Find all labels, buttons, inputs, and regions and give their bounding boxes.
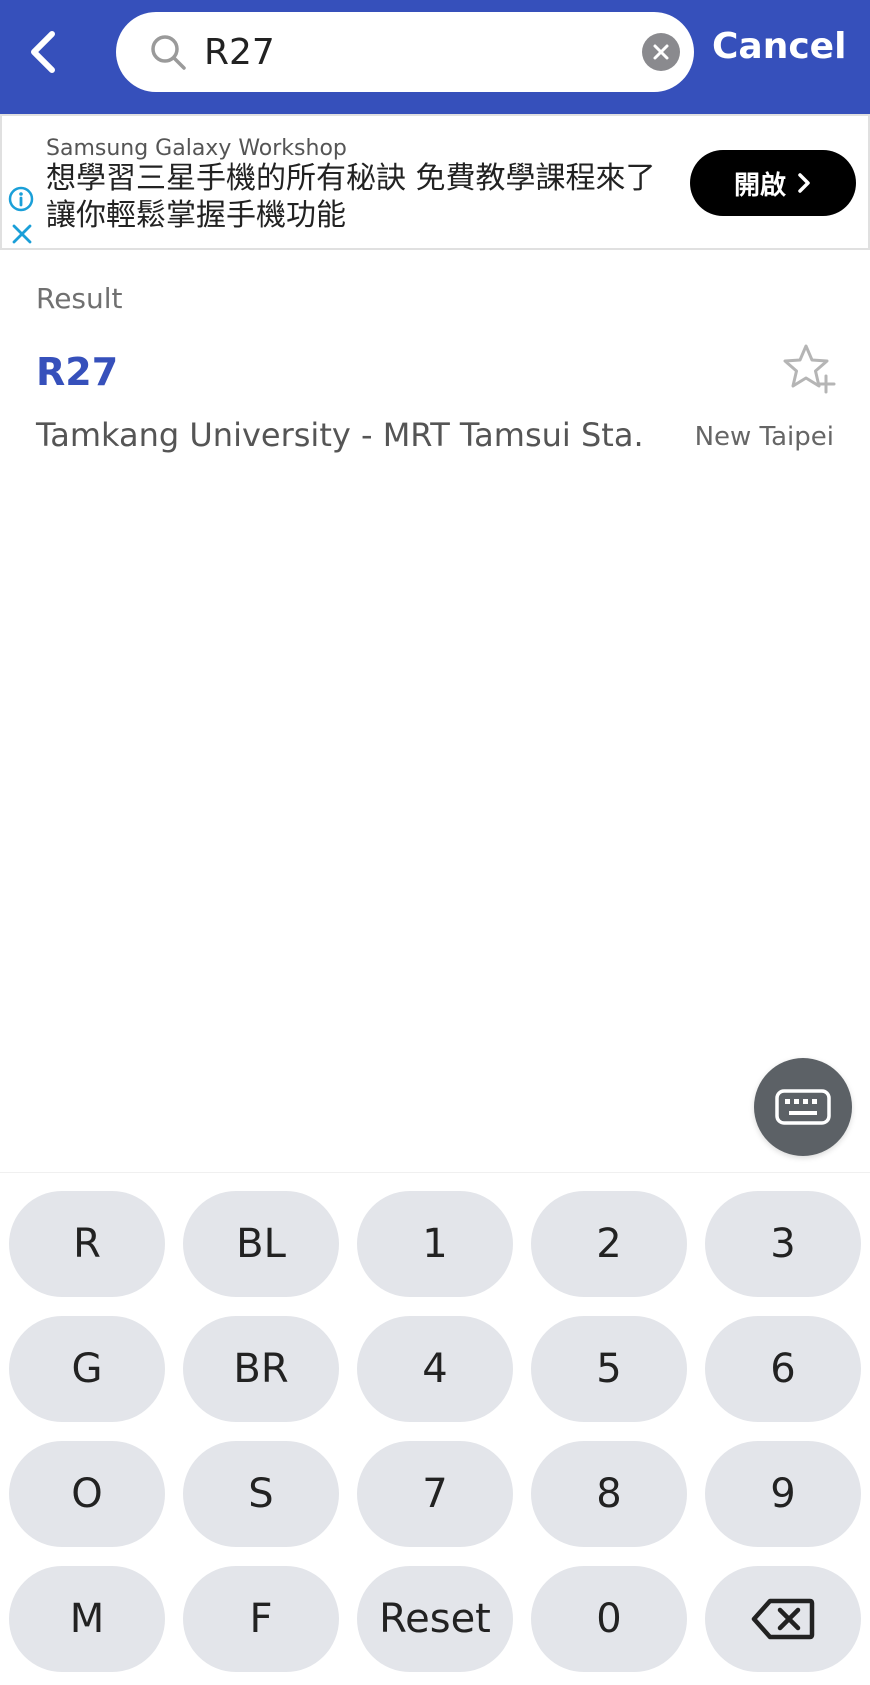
key-1[interactable]: 1 [357, 1191, 513, 1297]
key-g[interactable]: G [9, 1316, 165, 1422]
ad-banner[interactable]: Samsung Galaxy Workshop 想學習三星手機的所有秘訣 免費教… [0, 114, 870, 250]
key-7[interactable]: 7 [357, 1441, 513, 1547]
back-button[interactable] [14, 22, 74, 82]
ad-close-icon[interactable] [10, 222, 34, 246]
key-r[interactable]: R [9, 1191, 165, 1297]
backspace-icon [751, 1598, 815, 1640]
key-reset[interactable]: Reset [357, 1566, 513, 1672]
key-s[interactable]: S [183, 1441, 339, 1547]
key-m[interactable]: M [9, 1566, 165, 1672]
key-f[interactable]: F [183, 1566, 339, 1672]
clear-search-button[interactable] [642, 33, 680, 71]
key-5[interactable]: 5 [531, 1316, 687, 1422]
ad-open-button[interactable]: 開啟 [690, 150, 856, 216]
key-backspace[interactable] [705, 1566, 861, 1672]
key-o[interactable]: O [9, 1441, 165, 1547]
key-br[interactable]: BR [183, 1316, 339, 1422]
search-icon [151, 35, 186, 70]
ad-brand: Samsung Galaxy Workshop [46, 136, 347, 161]
chevron-right-icon [798, 173, 810, 193]
cancel-button[interactable]: Cancel [712, 26, 846, 67]
station-city: New Taipei [694, 422, 834, 452]
ad-text: 想學習三星手機的所有秘訣 免費教學課程來了 讓你輕鬆掌握手機功能 [46, 161, 656, 233]
keyboard-icon [775, 1089, 831, 1125]
search-input[interactable] [204, 22, 604, 82]
key-9[interactable]: 9 [705, 1441, 861, 1547]
info-icon[interactable] [8, 186, 34, 212]
result-heading: Result [36, 282, 123, 315]
key-6[interactable]: 6 [705, 1316, 861, 1422]
list-item[interactable]: R27 Tamkang University - MRT Tamsui Sta.… [0, 340, 870, 470]
search-box[interactable] [116, 12, 694, 92]
key-3[interactable]: 3 [705, 1191, 861, 1297]
key-2[interactable]: 2 [531, 1191, 687, 1297]
star-add-icon[interactable] [780, 340, 838, 398]
keyboard-toggle-button[interactable] [754, 1058, 852, 1156]
top-bar: Cancel [0, 0, 870, 114]
close-icon [653, 44, 669, 60]
key-8[interactable]: 8 [531, 1441, 687, 1547]
station-keypad: R BL 1 2 3 G BR 4 5 6 O S 7 8 9 M F Rese… [0, 1172, 870, 1685]
key-4[interactable]: 4 [357, 1316, 513, 1422]
key-bl[interactable]: BL [183, 1191, 339, 1297]
key-0[interactable]: 0 [531, 1566, 687, 1672]
chevron-left-icon [31, 31, 55, 73]
station-name: Tamkang University - MRT Tamsui Sta. [36, 416, 644, 454]
ad-open-label: 開啟 [733, 170, 786, 201]
station-code: R27 [36, 350, 119, 394]
